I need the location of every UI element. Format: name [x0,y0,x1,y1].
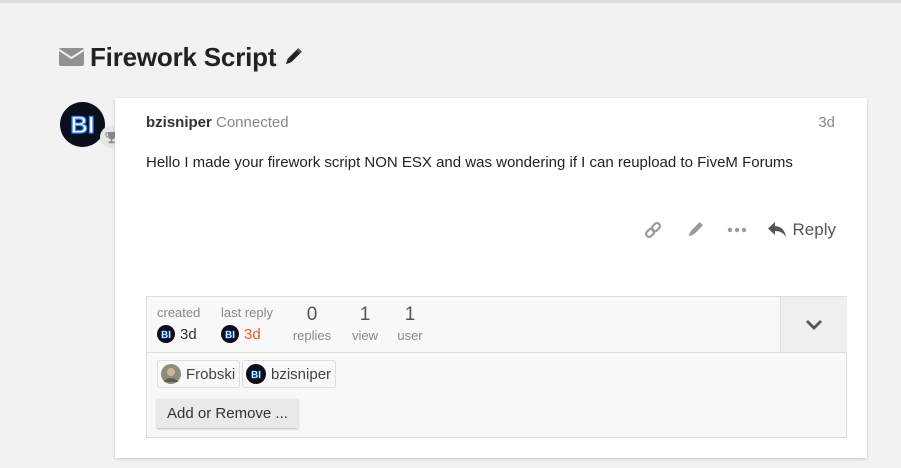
last-reply-stat[interactable]: BI 3d [221,325,261,343]
post-date[interactable]: 3d [818,114,835,131]
participant-frobski[interactable]: Frobski [157,360,241,388]
topic-map: created BI 3d last reply BI 3d 0 replies… [146,296,847,438]
reply-button[interactable]: Reply [767,220,836,240]
avatar[interactable]: BI [60,102,105,147]
reply-label: Reply [792,220,836,239]
avatar [161,364,181,384]
reply-icon [767,222,786,237]
avatar: BI [246,364,266,384]
svg-text:BI: BI [251,370,261,381]
chevron-down-icon [806,319,822,330]
link-icon[interactable] [643,220,663,240]
participant-name: bzisniper [271,365,332,383]
users-count: 1 [404,304,416,325]
replies-count: 0 [306,304,318,325]
more-icon[interactable] [727,220,747,240]
participant-name: Frobski [186,365,236,383]
topic-map-stats: created BI 3d last reply BI 3d 0 replies… [147,297,780,353]
avatar-initials: BI [71,112,95,139]
header-divider [0,0,901,3]
add-remove-button[interactable]: Add or Remove ... [157,399,298,428]
created-value: 3d [180,325,197,343]
created-stat[interactable]: BI 3d [157,325,197,343]
envelope-icon [59,47,84,67]
participant-bzisniper[interactable]: BI bzisniper [242,360,337,388]
post-username[interactable]: bzisniper [146,114,212,131]
edit-title-pencil-icon[interactable] [282,46,304,68]
post-body: Hello I made your firework script NON ES… [146,154,793,171]
avatar: BI [157,325,175,343]
svg-text:BI: BI [225,330,235,341]
avatar: BI [221,325,239,343]
edit-pencil-icon[interactable] [685,220,705,240]
post-card: bzisniper Connected 3d Hello I made your… [115,98,867,458]
users-label: user [397,328,423,343]
last-reply-label: last reply [221,305,274,320]
views-count: 1 [359,304,371,325]
post-actions: Reply [621,217,836,243]
svg-text:BI: BI [161,330,171,341]
expand-topic-map-button[interactable] [780,297,847,353]
user-status: Connected [216,114,289,131]
topic-title[interactable]: Firework Script [90,42,276,73]
created-label: created [157,305,201,320]
topic-header: Firework Script [59,40,304,74]
replies-label: replies [292,328,332,343]
last-reply-value: 3d [244,325,261,343]
